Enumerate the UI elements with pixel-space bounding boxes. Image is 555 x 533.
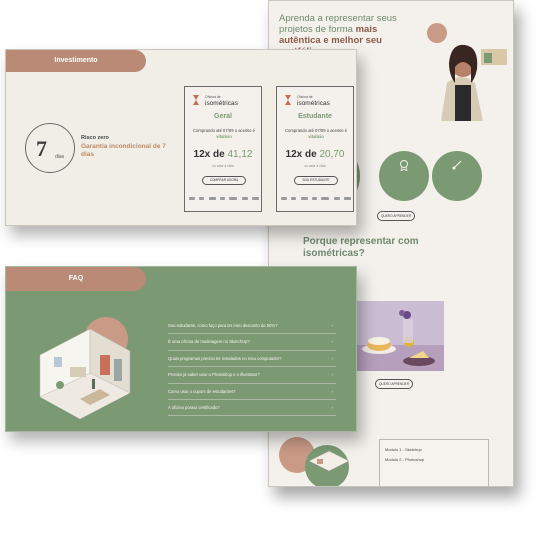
why-title: Porque representar com isométricas? <box>303 236 419 259</box>
food-photo <box>357 301 444 371</box>
faq-item[interactable]: Quais programas preciso ter instalados n… <box>168 351 336 368</box>
instructor-photo <box>421 13 509 121</box>
faq-list: Sou estudante, como faço para ter meu de… <box>168 318 336 417</box>
plan-course-name: isométricas <box>297 100 330 107</box>
faq-question: É uma oficina de modelagem no SketchUp? <box>168 339 250 345</box>
badge-icon <box>400 160 408 171</box>
module-1-text <box>385 452 483 455</box>
learn-button-top[interactable]: QUERO APRENDER <box>377 211 415 221</box>
plan-oficina-label: Oficina de <box>297 95 313 99</box>
feature-circle-2 <box>432 151 482 201</box>
investment-section: Investimento 7 dias Risco zero Garantia … <box>5 49 357 226</box>
modules-box: Modulo 1 - Sketchup Modulo 2 - Photoshop <box>379 439 489 486</box>
hourglass-icon <box>285 95 291 105</box>
guarantee-circle <box>25 123 75 173</box>
chevron-right-icon: › <box>331 404 334 410</box>
faq-question: Como usar o cupom de estudantes? <box>168 388 236 394</box>
faq-item[interactable]: Preciso já saber usar o Photoshop e o Il… <box>168 367 336 384</box>
room-thumbnail <box>279 437 350 486</box>
module-2-title: Modulo 2 - Photoshop <box>385 457 425 463</box>
guarantee-days-word: dias <box>55 154 65 160</box>
chevron-right-icon: › <box>331 372 334 378</box>
faq-question: Preciso já saber usar o Photoshop e o Il… <box>168 372 260 378</box>
plan-name: Estudante <box>298 113 332 120</box>
faq-tab-label: FAQ <box>68 275 84 282</box>
hourglass-icon <box>193 95 199 105</box>
faq-question: Quais programas preciso ter instalados n… <box>168 355 282 361</box>
plan-condition: Comprando até 07/09 o acesso é vitalício <box>193 128 255 139</box>
faq-section: FAQ Sou estudante, como faço para ter me… <box>5 266 357 432</box>
learn-button-bottom[interactable]: QUERO APRENDER <box>375 379 413 389</box>
plan-condition: Comprando até 07/09 o acesso é vitalício <box>285 128 347 139</box>
brush-icon <box>452 160 462 170</box>
chevron-right-icon: › <box>331 355 334 361</box>
feature-circle-1 <box>379 151 429 201</box>
chevron-right-icon: › <box>331 388 334 394</box>
plan-card-geral: Oficina de isométricas Geral Comprando a… <box>184 86 262 212</box>
plan-cash-note: ou valor à vista <box>304 164 326 168</box>
faq-question: A oficina possui certificado? <box>168 404 220 410</box>
guarantee-days-number: 7 <box>36 136 47 161</box>
faq-item[interactable]: É uma oficina de modelagem no SketchUp? › <box>168 334 336 351</box>
plan-cash-note: ou valor à vista <box>212 164 234 168</box>
guarantee-text: Garantia incondicional de 7 dias <box>81 143 166 158</box>
faq-item[interactable]: A oficina possui certificado? › <box>168 400 336 417</box>
faq-question: Sou estudante, como faço para ter meu de… <box>168 323 278 328</box>
payment-logos <box>189 195 259 201</box>
buy-now-button[interactable]: COMPRAR AGORA <box>202 176 246 185</box>
student-button[interactable]: SOU ESTUDANTE <box>294 176 338 185</box>
faq-item[interactable]: Como usar o cupom de estudantes? › <box>168 384 336 400</box>
mockup-stage: Aprenda a representar seus projetos de f… <box>0 0 555 533</box>
chevron-right-icon: › <box>331 323 334 328</box>
investment-tab-label: Investimento <box>54 57 98 64</box>
risk-label: Risco zero <box>81 135 109 141</box>
plan-price: 12x de 41,12 <box>193 149 253 160</box>
plan-course-name: isométricas <box>205 100 238 107</box>
plan-name: Geral <box>214 113 232 120</box>
plan-card-estudante: Oficina de isométricas Estudante Compran… <box>276 86 354 212</box>
faq-item[interactable]: Sou estudante, como faço para ter meu de… <box>168 318 336 335</box>
plan-price: 12x de 20,70 <box>285 149 345 160</box>
plan-oficina-label: Oficina de <box>205 95 221 99</box>
payment-logos <box>281 195 351 201</box>
chevron-right-icon: › <box>331 339 334 345</box>
isometric-room-illustration <box>39 317 131 419</box>
